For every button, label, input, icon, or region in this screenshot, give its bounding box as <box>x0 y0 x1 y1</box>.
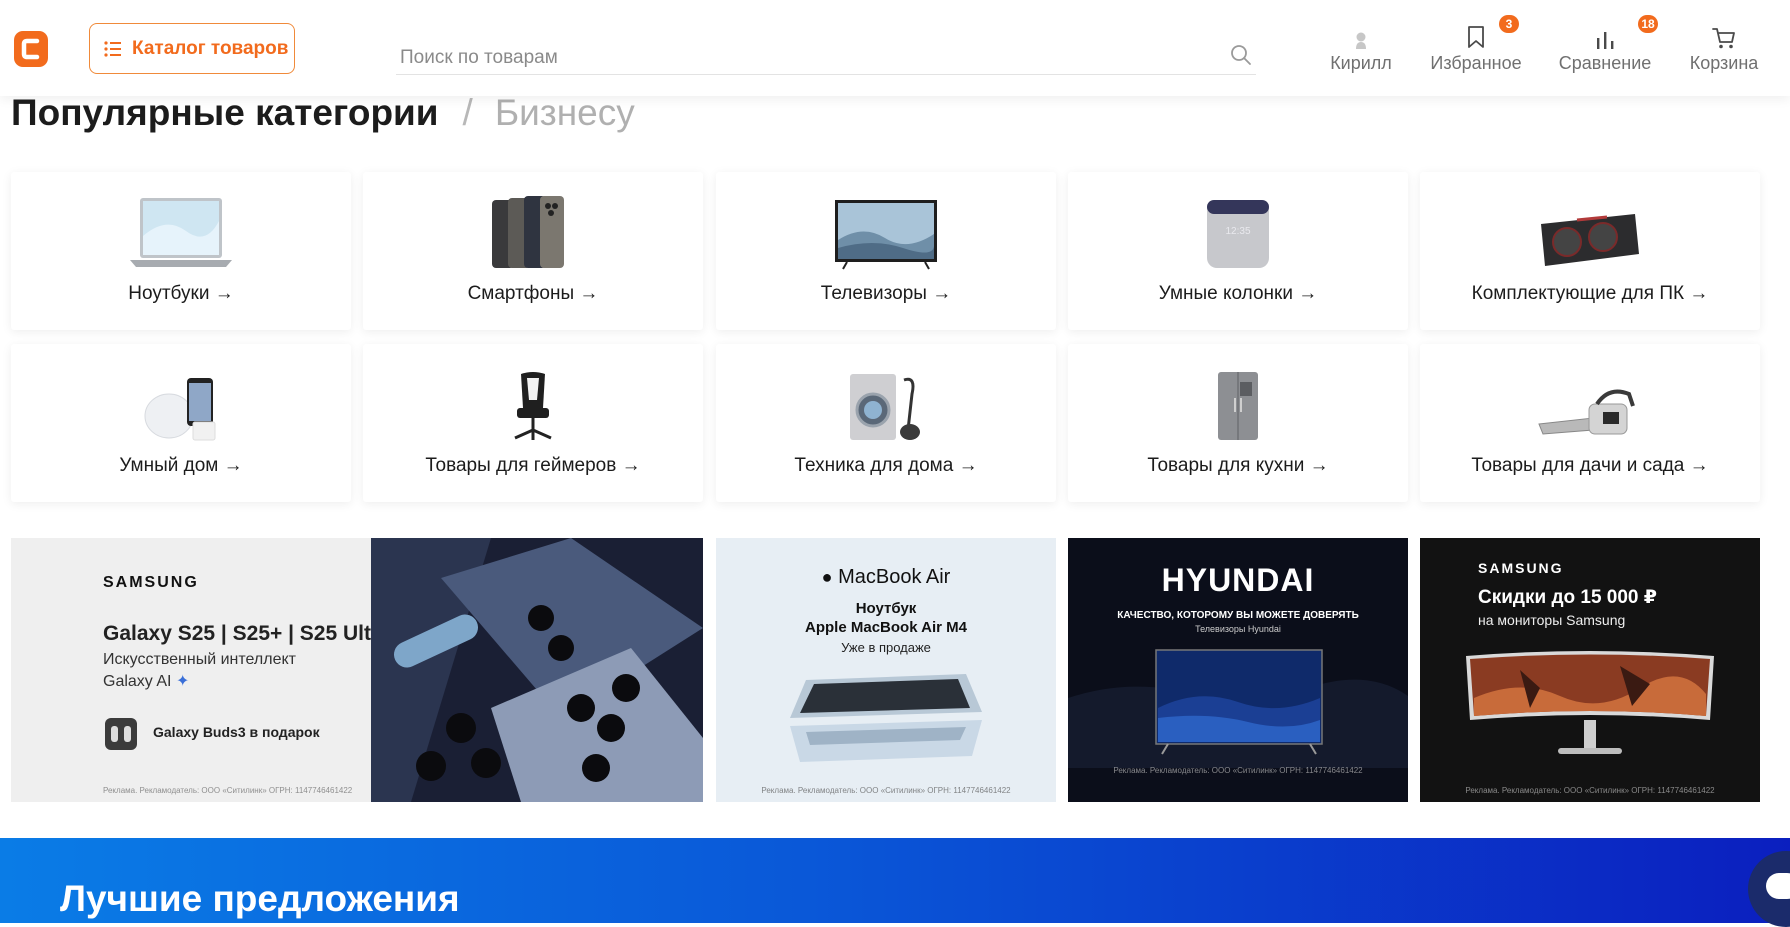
banner-text: Уже в продаже <box>841 640 931 655</box>
compare-label: Сравнение <box>1558 53 1652 73</box>
category-label: Товары для дачи и сада → <box>1471 455 1709 476</box>
favorites-link[interactable]: 3 Избранное <box>1428 15 1524 78</box>
banner-text: Galaxy AI ✦ <box>103 673 190 690</box>
tv-icon <box>835 200 937 270</box>
fridge-icon <box>1218 372 1258 440</box>
logo[interactable] <box>14 31 48 67</box>
earbuds-icon <box>103 714 139 757</box>
user-icon <box>1356 32 1366 49</box>
compare-link[interactable]: 18 Сравнение <box>1558 15 1658 78</box>
banner-text: Apple MacBook Air M4 <box>805 619 967 636</box>
category-label: Умные колонки → <box>1158 283 1318 304</box>
category-label: Техника для дома → <box>794 455 978 476</box>
banner-headline: Galaxy S25 | S25+ | S25 Ultra <box>103 622 391 645</box>
banner-text: Скидки до 15 000 ₽ <box>1478 587 1657 608</box>
category-label: Умный дом → <box>119 455 243 476</box>
banner-gift-text: Galaxy Buds3 в подарок <box>153 724 320 740</box>
category-label: Товары для кухни → <box>1147 455 1329 476</box>
catalog-button-label: Каталог товаров <box>132 37 289 59</box>
gaming-chair-icon <box>514 372 552 440</box>
cart-icon <box>1712 28 1735 49</box>
banner-text: Ноутбук <box>855 600 917 617</box>
tab-business[interactable]: Бизнесу <box>495 92 635 133</box>
title-separator: / <box>462 92 473 133</box>
site-header: Каталог товаров Кирилл 3 Избранное <box>0 0 1790 96</box>
category-label: Смартфоны → <box>467 283 599 304</box>
category-card-gaming[interactable]: Товары для геймеров → <box>363 344 703 502</box>
catalog-button[interactable]: Каталог товаров <box>89 23 295 74</box>
banner-fine-print: Реклама. Рекламодатель: ООО «Ситилинк» О… <box>1465 786 1715 795</box>
banner-brand: HYUNDAI <box>1161 562 1315 598</box>
bookmark-icon <box>1468 26 1484 48</box>
category-label: Ноутбуки → <box>128 283 234 304</box>
chat-icon <box>1766 873 1790 899</box>
apple-icon: ● <box>821 567 833 587</box>
category-card-kitchen[interactable]: Товары для кухни → <box>1068 344 1408 502</box>
category-label: Комплектующие для ПК → <box>1471 283 1709 304</box>
category-label: Товары для геймеров → <box>425 455 641 476</box>
category-card-smart-speakers[interactable]: 12:35 Умные колонки → <box>1068 172 1408 330</box>
washing-machine-icon <box>850 374 920 440</box>
category-card-pc-components[interactable]: Комплектующие для ПК → <box>1420 172 1760 330</box>
banner-text: Искусственный интеллект <box>103 651 296 668</box>
tab-popular-categories[interactable]: Популярные категории <box>11 92 439 133</box>
banner-macbook-air[interactable]: ● MacBook Air Ноутбук Apple MacBook Air … <box>716 538 1056 802</box>
samsung-monitor-image <box>1466 651 1714 754</box>
svg-text:12:35: 12:35 <box>1225 226 1250 237</box>
cart-label: Корзина <box>1689 53 1759 73</box>
compare-count-badge: 18 <box>1638 15 1658 33</box>
galaxy-phones-image <box>371 538 703 802</box>
category-label: Телевизоры → <box>820 283 952 304</box>
banner-fine-print: Реклама. Рекламодатель: ООО «Ситилинк» О… <box>1113 766 1363 775</box>
gpu-icon <box>1541 214 1639 266</box>
hyundai-tv-image <box>1068 638 1408 768</box>
banner-fine-print: Реклама. Рекламодатель: ООО «Ситилинк» О… <box>761 786 1011 795</box>
search-bar <box>396 40 1256 75</box>
laptop-icon <box>130 198 232 267</box>
smart-speaker-icon: 12:35 <box>1207 200 1269 268</box>
cart-link[interactable]: Корзина <box>1688 22 1760 78</box>
banner-brand: SAMSUNG <box>103 574 199 591</box>
banner-hyundai-tv[interactable]: HYUNDAI КАЧЕСТВО, КОТОРОМУ ВЫ МОЖЕТЕ ДОВ… <box>1068 538 1408 802</box>
banner-samsung-galaxy-s25[interactable]: SAMSUNG Galaxy S25 | S25+ | S25 Ultra Ис… <box>11 538 703 802</box>
category-card-smart-home[interactable]: Умный дом → <box>11 344 351 502</box>
favorites-label: Избранное <box>1430 53 1522 73</box>
smartphone-icon <box>492 196 564 268</box>
category-card-tvs[interactable]: Телевизоры → <box>716 172 1056 330</box>
banner-brand: SAMSUNG <box>1478 560 1564 576</box>
banner-samsung-monitors[interactable]: SAMSUNG Скидки до 15 000 ₽ на мониторы S… <box>1420 538 1760 802</box>
banner-brand: ● MacBook Air <box>821 566 951 588</box>
macbook-image <box>790 674 982 762</box>
list-icon <box>104 40 121 57</box>
banner-fine-print: Реклама. Рекламодатель: ООО «Ситилинк» О… <box>103 786 353 795</box>
banner-text: на мониторы Samsung <box>1478 612 1626 628</box>
compare-icon <box>1597 32 1614 49</box>
category-card-home-appliances[interactable]: Техника для дома → <box>716 344 1056 502</box>
banner-text: Телевизоры Hyundai <box>1195 624 1281 634</box>
category-card-garden[interactable]: Товары для дачи и сада → <box>1420 344 1760 502</box>
section-title-row: Популярные категории / Бизнесу <box>11 92 635 134</box>
banner-text: КАЧЕСТВО, КОТОРОМУ ВЫ МОЖЕТЕ ДОВЕРЯТЬ <box>1117 610 1359 621</box>
category-card-smartphones[interactable]: Смартфоны → <box>363 172 703 330</box>
smart-home-icon <box>144 378 216 441</box>
best-offers-title: Лучшие предложения <box>60 878 460 919</box>
best-offers-section: Лучшие предложения <box>0 838 1790 923</box>
user-menu[interactable]: Кирилл <box>1328 22 1394 78</box>
search-icon[interactable] <box>1230 44 1252 66</box>
search-input[interactable] <box>398 44 1202 72</box>
favorites-count-badge: 3 <box>1499 15 1519 33</box>
category-card-laptops[interactable]: Ноутбуки → <box>11 172 351 330</box>
chainsaw-icon <box>1538 389 1635 435</box>
user-name: Кирилл <box>1330 53 1392 73</box>
